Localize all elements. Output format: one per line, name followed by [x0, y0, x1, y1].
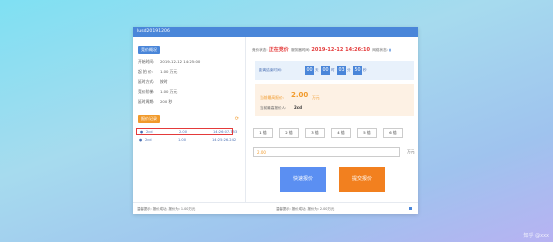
info-value: 2019-12-12 14:25:00	[160, 59, 201, 64]
info-delay-period: 延时周期: 200 秒	[138, 99, 172, 105]
info-label: 延时周期:	[138, 99, 155, 104]
overview-tab[interactable]: 竞价概况	[138, 46, 160, 54]
current-price-panel: 当前最高报价: 2.00 万元 当前最高报价人: 2cd	[255, 84, 414, 116]
multiple-button[interactable]: 4 倍	[331, 128, 351, 138]
info-label: 延时方式:	[138, 79, 155, 84]
record-user: 2cd	[145, 138, 152, 142]
left-panel: 竞价概况 开始时间: 2019-12-12 14:25:00 起 拍 价: 1.00…	[133, 37, 246, 202]
signal-icon: ▮	[389, 48, 392, 52]
user-icon: ●	[140, 130, 144, 134]
countdown-panel: 距离结束时间: 00 天 00 时 03 分 50 秒	[255, 61, 414, 80]
info-start-time: 开始时间: 2019-12-12 14:25:00	[138, 59, 200, 65]
status-line: 竞价状态: 正在竞价 服务器时间: 2019-12-12 14:26:10 网络…	[252, 46, 414, 53]
record-row[interactable]: ● 2cd 2.00 14:26:07.753	[136, 128, 237, 135]
current-price-unit: 万元	[312, 95, 320, 100]
status-label: 竞价状态:	[252, 48, 268, 52]
info-label: 开始时间:	[138, 59, 155, 64]
record-user: 2cd	[146, 130, 153, 134]
bidding-window: lusd20191206 竞价概况 开始时间: 2019-12-12 14:25:…	[133, 27, 418, 214]
multiple-button[interactable]: 5 倍	[357, 128, 377, 138]
countdown-hours: 00	[321, 66, 330, 75]
unit-hours: 时	[331, 68, 335, 72]
current-price-label: 当前最高报价:	[260, 95, 285, 100]
info-bid-step: 竞价阶梯: 1.00 万元	[138, 89, 177, 95]
info-start-price: 起 拍 价: 1.00 万元	[138, 69, 177, 75]
info-value: 1.00 万元	[160, 69, 178, 74]
record-time: 14:25:26.242	[212, 138, 237, 142]
unit-days: 天	[315, 68, 319, 72]
multiple-button[interactable]: 3 倍	[305, 128, 325, 138]
window-title: lusd20191206	[133, 27, 418, 37]
user-icon: ●	[139, 138, 143, 142]
unit-minutes: 分	[347, 68, 351, 72]
record-row[interactable]: ● 2cd 1.00 14:25:26.242	[136, 137, 237, 144]
info-label: 起 拍 价:	[138, 69, 154, 74]
unit-seconds: 秒	[363, 68, 367, 72]
server-time-label: 服务器时间:	[291, 48, 311, 52]
submit-bid-button[interactable]: 提交报价	[339, 167, 385, 192]
record-price: 2.00	[179, 130, 188, 134]
right-panel: 竞价状态: 正在竞价 服务器时间: 2019-12-12 14:26:10 网络…	[247, 37, 418, 202]
info-delay-mode: 延时方式: 按时	[138, 79, 168, 85]
top-bidder-label: 当前最高报价人:	[260, 106, 287, 110]
info-label: 竞价阶梯:	[138, 89, 155, 94]
status-value: 正在竞价	[268, 47, 289, 53]
watermark: 知乎 @xxx	[523, 233, 549, 239]
bid-price-unit: 万元	[407, 149, 415, 154]
top-bidder: 2cd	[294, 105, 303, 110]
record-time: 14:26:07.753	[213, 130, 238, 134]
refresh-icon[interactable]: ⟳	[235, 116, 239, 122]
record-price: 1.00	[178, 138, 187, 142]
status-message-left: 温馨提示: 报价成功, 报价为: 1.00万元	[137, 207, 196, 211]
status-indicator-icon	[409, 207, 412, 210]
status-bar: 温馨提示: 报价成功, 报价为: 1.00万元 温馨提示: 报价成功, 报价为:…	[133, 202, 418, 214]
multiple-button[interactable]: 6 倍	[383, 128, 403, 138]
multiple-button[interactable]: 2 倍	[279, 128, 299, 138]
multiple-button[interactable]: 1 倍	[253, 128, 273, 138]
current-price: 2.00	[291, 91, 309, 99]
records-tab[interactable]: 报价记录	[138, 115, 160, 123]
status-message-right: 温馨提示: 报价成功, 报价为: 2.00万元	[276, 207, 335, 211]
countdown-label: 距离结束时间:	[259, 68, 282, 72]
bid-price-input[interactable]	[253, 147, 400, 157]
info-value: 按时	[160, 79, 168, 84]
info-value: 200 秒	[160, 99, 173, 104]
quick-bid-button[interactable]: 快速报价	[280, 167, 326, 192]
info-value: 1.00 万元	[160, 89, 178, 94]
countdown-minutes: 03	[337, 66, 346, 75]
countdown-seconds: 50	[353, 66, 362, 75]
countdown-days: 00	[305, 66, 314, 75]
server-time: 2019-12-12 14:26:10	[311, 47, 371, 53]
network-label: 网络状态:	[372, 48, 388, 52]
